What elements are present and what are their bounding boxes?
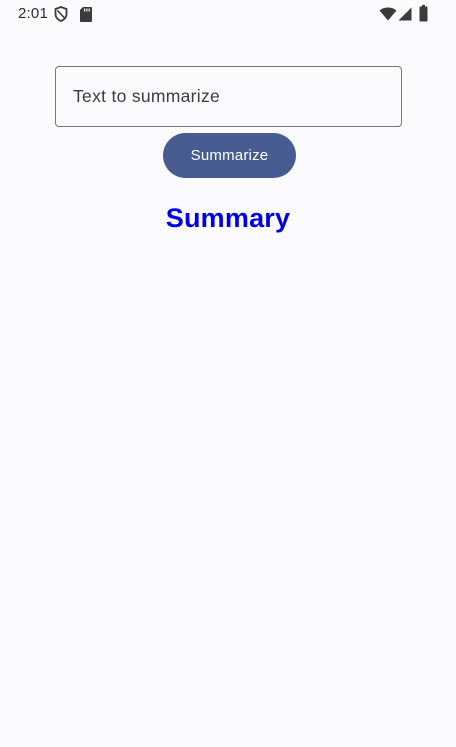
- shield-icon: [54, 6, 68, 22]
- status-bar: 2:01: [0, 0, 456, 30]
- summarize-button[interactable]: Summarize: [163, 133, 296, 178]
- text-field-placeholder: Text to summarize: [73, 86, 221, 106]
- sd-card-icon: [80, 7, 92, 22]
- wifi-icon: [379, 7, 397, 21]
- battery-icon: [419, 5, 428, 22]
- summary-heading: Summary: [165, 203, 291, 233]
- signal-icon: [398, 7, 412, 21]
- text-to-summarize-input[interactable]: Text to summarize: [55, 66, 402, 127]
- status-time: 2:01: [18, 5, 48, 22]
